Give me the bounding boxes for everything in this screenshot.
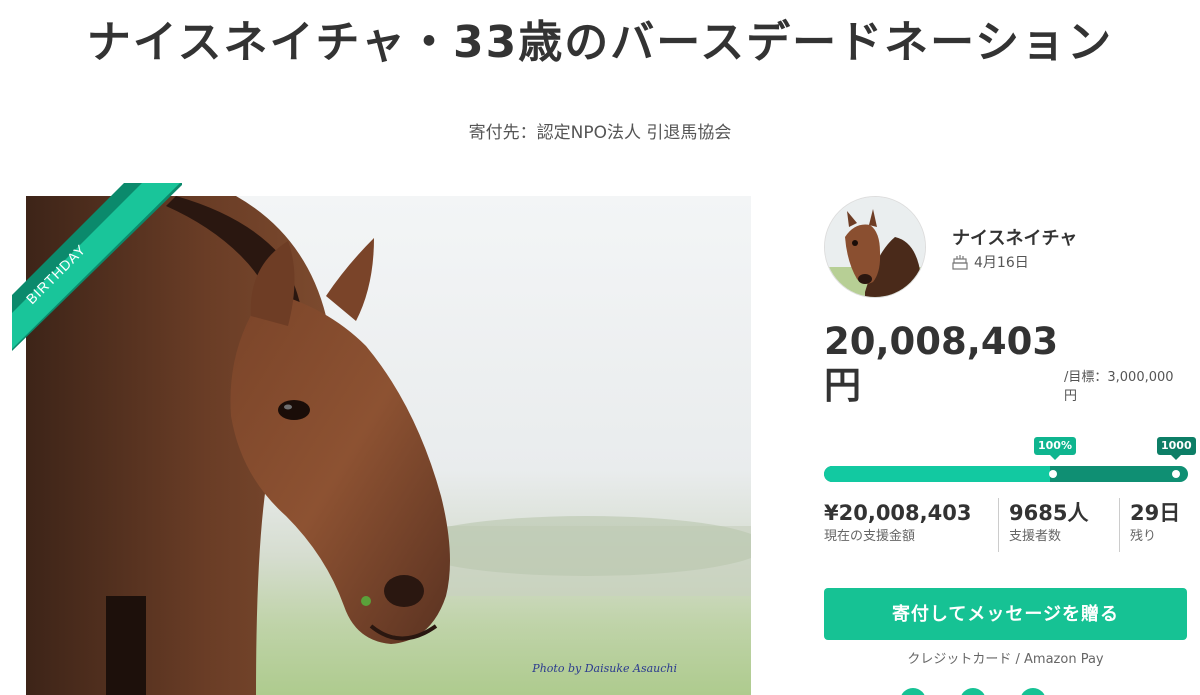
milestone-tag-100: 100% — [1034, 437, 1076, 460]
recipient-label: 寄付先：認定NPO法人 引退馬協会 — [468, 123, 732, 143]
raised-amount: 20,008,403 円 — [824, 320, 1059, 408]
funding-stats: ¥20,008,403 現在の支援金額 9685人 支援者数 29日 残り — [824, 498, 1194, 552]
donate-button[interactable]: 寄付してメッセージを贈る — [824, 588, 1187, 640]
goal-amount: /目標：3,000,000 円 — [1064, 368, 1194, 406]
share-button[interactable] — [1020, 688, 1046, 695]
raised-amount-value: 20,008,403 — [824, 320, 1059, 363]
milestone-tag-1000: 1000 — [1157, 437, 1196, 460]
photo-credit: Photo by Daisuke Asauchi — [532, 662, 677, 675]
stat-current-amount: ¥20,008,403 現在の支援金額 — [824, 498, 998, 552]
goal-amount-value: /目標：3,000,000 — [1064, 370, 1174, 385]
cake-icon — [952, 255, 968, 270]
stat-value: 29日 — [1130, 501, 1181, 525]
stat-label: 現在の支援金額 — [824, 529, 916, 544]
page-title: ナイスネイチャ・33歳のバースデードネーション — [86, 17, 1114, 68]
share-button[interactable] — [960, 688, 986, 695]
raised-amount-unit: 円 — [824, 364, 861, 407]
horse-name[interactable]: ナイスネイチャ — [952, 224, 1077, 250]
milestone-dot-1000 — [1172, 470, 1180, 478]
progress-fill — [824, 466, 1050, 482]
stat-days-left: 29日 残り — [1120, 498, 1180, 552]
share-buttons — [900, 688, 1046, 695]
milestone-dot-100 — [1049, 470, 1057, 478]
birthday-row: 4月16日 — [951, 252, 1029, 272]
birthday-date: 4月16日 — [974, 255, 1029, 271]
stat-value: ¥20,008,403 — [824, 501, 972, 525]
share-button[interactable] — [900, 688, 926, 695]
stat-value: 9685人 — [1009, 501, 1089, 525]
progress-bar — [824, 466, 1188, 482]
stat-label: 支援者数 — [1009, 529, 1062, 544]
goal-amount-unit: 円 — [1064, 389, 1078, 404]
avatar — [824, 196, 926, 298]
stat-label: 残り — [1130, 529, 1157, 544]
stat-supporters: 9685人 支援者数 — [999, 498, 1119, 552]
payment-methods: クレジットカード / Amazon Pay — [907, 652, 1104, 667]
birthday-ribbon: BIRTHDAY — [12, 183, 182, 353]
